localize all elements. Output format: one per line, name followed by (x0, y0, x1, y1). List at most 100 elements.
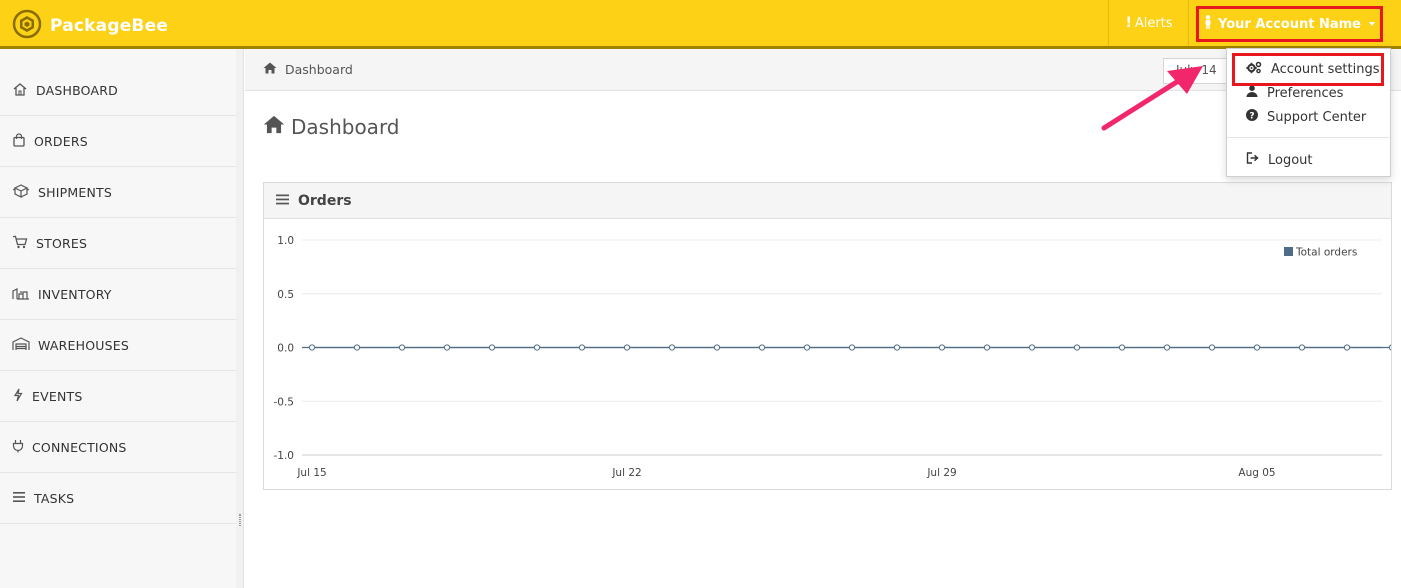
sidebar-resize-handle[interactable] (239, 514, 241, 526)
brand-name: PackageBee (50, 16, 169, 36)
data-point (938, 344, 946, 351)
x-tick-label: Jul 22 (611, 467, 641, 479)
data-point (1073, 344, 1081, 351)
svg-text:?: ? (1249, 111, 1254, 121)
bars-icon (12, 491, 26, 506)
data-point (353, 344, 361, 351)
account-menu-button[interactable]: Your Account Name (1196, 6, 1383, 42)
nav-divider (1188, 0, 1189, 46)
data-point (1208, 344, 1216, 351)
data-point (1388, 344, 1391, 351)
data-point (983, 344, 991, 351)
sidebar-item-label: TASKS (34, 490, 75, 506)
sidebar-item-label: ORDERS (34, 133, 88, 149)
breadcrumb-link[interactable]: Dashboard (285, 62, 353, 77)
dropdown-item-label: Logout (1268, 152, 1313, 168)
sidebar-item-stores[interactable]: STORES (0, 218, 236, 269)
data-point (308, 344, 316, 351)
sidebar-item-inventory[interactable]: INVENTORY (0, 269, 236, 320)
home-icon (263, 115, 285, 139)
widget-header: Orders (264, 183, 1391, 219)
support-center-menu-item[interactable]: ? Support Center (1227, 105, 1390, 129)
x-tick-label: Aug 05 (1238, 467, 1275, 479)
exclamation-icon: ! (1125, 15, 1132, 31)
caret-down-icon (1369, 22, 1375, 26)
sidebar-item-connections[interactable]: CONNECTIONS (0, 422, 236, 473)
data-point (623, 344, 631, 351)
annotation-arrow (1101, 66, 1203, 131)
sidebar: DASHBOARD ORDERS SHIPMENTS STORES INVENT… (0, 49, 237, 588)
sidebar-item-label: EVENTS (32, 388, 83, 404)
brand[interactable]: PackageBee (12, 9, 168, 43)
sidebar-collapse-strip (236, 49, 244, 588)
account-name-label: Your Account Name (1217, 16, 1361, 32)
alerts-button[interactable]: ! Alerts (1110, 0, 1188, 46)
sidebar-item-events[interactable]: EVENTS (0, 371, 236, 422)
plug-icon (12, 439, 24, 456)
boxes-icon (12, 183, 30, 201)
y-tick-label: 0.5 (277, 289, 294, 301)
packagebee-logo-icon (12, 9, 42, 43)
sidebar-item-warehouses[interactable]: WAREHOUSES (0, 320, 236, 371)
legend-label: Total orders (1295, 247, 1357, 259)
warehouse-icon (12, 336, 30, 354)
shopping-bag-icon (12, 132, 26, 150)
x-tick-label: Jul 29 (926, 467, 956, 479)
orders-widget: Orders 1.0 0.5 0.0 -0.5 -1.0 Jul 15 Jul 22 Jul… (263, 182, 1392, 490)
sidebar-item-orders[interactable]: ORDERS (0, 116, 236, 167)
top-navbar: PackageBee ! Alerts Your Account Name (0, 0, 1401, 49)
y-tick-label: 0.0 (277, 343, 294, 355)
orders-chart: 1.0 0.5 0.0 -0.5 -1.0 Jul 15 Jul 22 Jul 29 Aug … (274, 235, 1391, 479)
home-icon (12, 82, 28, 99)
nav-divider (1108, 0, 1109, 46)
home-icon (263, 62, 277, 77)
data-point (1118, 344, 1126, 351)
sidebar-item-shipments[interactable]: SHIPMENTS (0, 167, 236, 218)
dropdown-item-label: Support Center (1267, 109, 1367, 125)
sidebar-item-label: INVENTORY (38, 286, 112, 302)
data-point (1163, 344, 1171, 351)
breadcrumb: Dashboard (263, 62, 353, 77)
data-point (758, 344, 766, 351)
data-point (488, 344, 496, 351)
alerts-label: Alerts (1134, 15, 1173, 31)
data-point (893, 344, 901, 351)
sidebar-item-label: CONNECTIONS (32, 439, 127, 455)
data-point (533, 344, 541, 351)
user-icon (1204, 15, 1212, 33)
page-title-text: Dashboard (291, 115, 400, 139)
cart-icon (12, 235, 28, 252)
sidebar-item-label: WAREHOUSES (38, 337, 129, 353)
sidebar-item-dashboard[interactable]: DASHBOARD (0, 65, 236, 116)
data-point (1343, 344, 1351, 351)
y-tick-label: 1.0 (277, 235, 294, 247)
question-icon: ? (1246, 109, 1258, 125)
legend-swatch (1284, 247, 1293, 256)
y-tick-label: -0.5 (274, 396, 295, 408)
logout-menu-item[interactable]: Logout (1227, 148, 1390, 172)
y-tick-label: -1.0 (274, 450, 295, 462)
data-point (1298, 344, 1306, 351)
data-point (398, 344, 406, 351)
data-point (713, 344, 721, 351)
user-icon (1246, 85, 1258, 101)
x-tick-label: Jul 15 (296, 467, 326, 479)
widget-title: Orders (298, 192, 352, 209)
dropdown-divider (1227, 137, 1390, 138)
sidebar-item-label: SHIPMENTS (38, 184, 112, 200)
sign-out-icon (1246, 152, 1259, 168)
lightning-icon (12, 388, 24, 405)
account-settings-highlight (1232, 53, 1384, 86)
data-point (1253, 344, 1261, 351)
data-point (848, 344, 856, 351)
page-title: Dashboard (263, 115, 400, 139)
sidebar-item-label: DASHBOARD (36, 82, 118, 98)
data-point (668, 344, 676, 351)
data-point (443, 344, 451, 351)
data-point (803, 344, 811, 351)
sidebar-item-tasks[interactable]: TASKS (0, 473, 236, 524)
dropdown-item-label: Preferences (1267, 85, 1344, 101)
inventory-icon (12, 286, 30, 303)
data-point (578, 344, 586, 351)
data-point (1028, 344, 1036, 351)
